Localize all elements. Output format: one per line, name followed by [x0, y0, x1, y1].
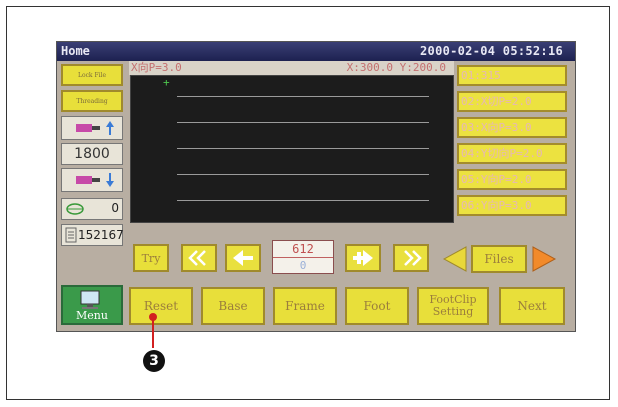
- x-pitch-label: X向P=3.0: [131, 61, 182, 74]
- foot-button[interactable]: Foot: [345, 287, 409, 325]
- origin-marker-icon: +: [163, 76, 170, 89]
- stitch-position-counter: 612 0: [272, 240, 334, 274]
- double-chevron-right-icon: [404, 250, 422, 266]
- base-label: Base: [218, 299, 248, 313]
- screen-title: Home: [61, 44, 90, 58]
- pattern-line: [177, 174, 429, 175]
- param-item[interactable]: 03:X向P=3.0: [457, 117, 567, 138]
- display-info-bar: X向P=3.0 X:300.0 Y:200.0: [129, 61, 454, 75]
- threading-label: Threading: [76, 97, 108, 105]
- pattern-line: [177, 122, 429, 123]
- foot-label: Foot: [363, 299, 391, 313]
- footclip-setting-button[interactable]: FootClip Setting: [417, 287, 489, 325]
- frame-label: Frame: [285, 299, 325, 313]
- param-item[interactable]: 01:315: [457, 65, 567, 86]
- callout-leader-line: [152, 316, 154, 348]
- minus-button[interactable]: [225, 244, 261, 272]
- pattern-line: [177, 96, 429, 97]
- speed-value: 1800: [61, 143, 123, 165]
- pattern-display: +: [130, 75, 454, 223]
- footclip-label-line2: Setting: [432, 305, 474, 318]
- next-label: Next: [517, 299, 547, 313]
- stitch-counter: 152167: [61, 224, 124, 246]
- counter-current: 612: [273, 241, 333, 258]
- datetime-display: 2000-02-04 05:52:16: [420, 44, 563, 58]
- stitch-count-value: 152167: [78, 228, 124, 242]
- title-bar: Home 2000-02-04 05:52:16: [57, 42, 575, 61]
- minus-arrow-icon: [233, 250, 253, 266]
- frame-button[interactable]: Frame: [273, 287, 337, 325]
- bobbin-icon: [66, 203, 84, 215]
- reset-label: Reset: [143, 299, 179, 313]
- param-item[interactable]: 02:X切P=2.0: [457, 91, 567, 112]
- fast-forward-button[interactable]: [393, 244, 429, 272]
- plus-arrow-icon: [353, 250, 373, 266]
- callout-number-badge: 3: [143, 350, 165, 372]
- bobbin-counter: 0: [61, 198, 123, 220]
- plus-button[interactable]: [345, 244, 381, 272]
- double-chevron-left-icon: [188, 250, 206, 266]
- speed-up-button[interactable]: [61, 116, 123, 140]
- files-button[interactable]: Files: [471, 245, 527, 273]
- speed-down-icon: [76, 173, 114, 187]
- counter-offset: 0: [299, 259, 307, 272]
- param-item[interactable]: 06:Y向P=3.0: [457, 195, 567, 216]
- files-prev-icon[interactable]: [440, 245, 468, 273]
- lock-file-label: Lock File: [77, 71, 107, 79]
- pattern-line: [177, 200, 429, 201]
- param-item[interactable]: 04:Y切向P=2.0: [457, 143, 567, 164]
- files-label: Files: [484, 252, 514, 266]
- computer-icon: [80, 290, 100, 309]
- try-label: Try: [141, 251, 161, 265]
- bobbin-count: 0: [111, 201, 119, 215]
- base-button[interactable]: Base: [201, 287, 265, 325]
- pattern-line: [177, 148, 429, 149]
- speed-down-button[interactable]: [61, 168, 123, 192]
- touch-screen: Home 2000-02-04 05:52:16 Lock File Threa…: [56, 41, 576, 332]
- lock-file-button[interactable]: Lock File: [61, 64, 123, 86]
- stitch-count-icon: [65, 227, 77, 243]
- menu-button[interactable]: Menu: [61, 285, 123, 325]
- next-button[interactable]: Next: [499, 287, 565, 325]
- speed-up-icon: [76, 121, 114, 135]
- files-next-icon[interactable]: [531, 245, 559, 273]
- param-item[interactable]: 05:Y向P=2.0: [457, 169, 567, 190]
- try-button[interactable]: Try: [133, 244, 169, 272]
- threading-button[interactable]: Threading: [61, 90, 123, 112]
- menu-label: Menu: [76, 309, 108, 322]
- coordinate-readout: X:300.0 Y:200.0: [346, 61, 446, 74]
- fast-back-button[interactable]: [181, 244, 217, 272]
- reset-button[interactable]: Reset: [129, 287, 193, 325]
